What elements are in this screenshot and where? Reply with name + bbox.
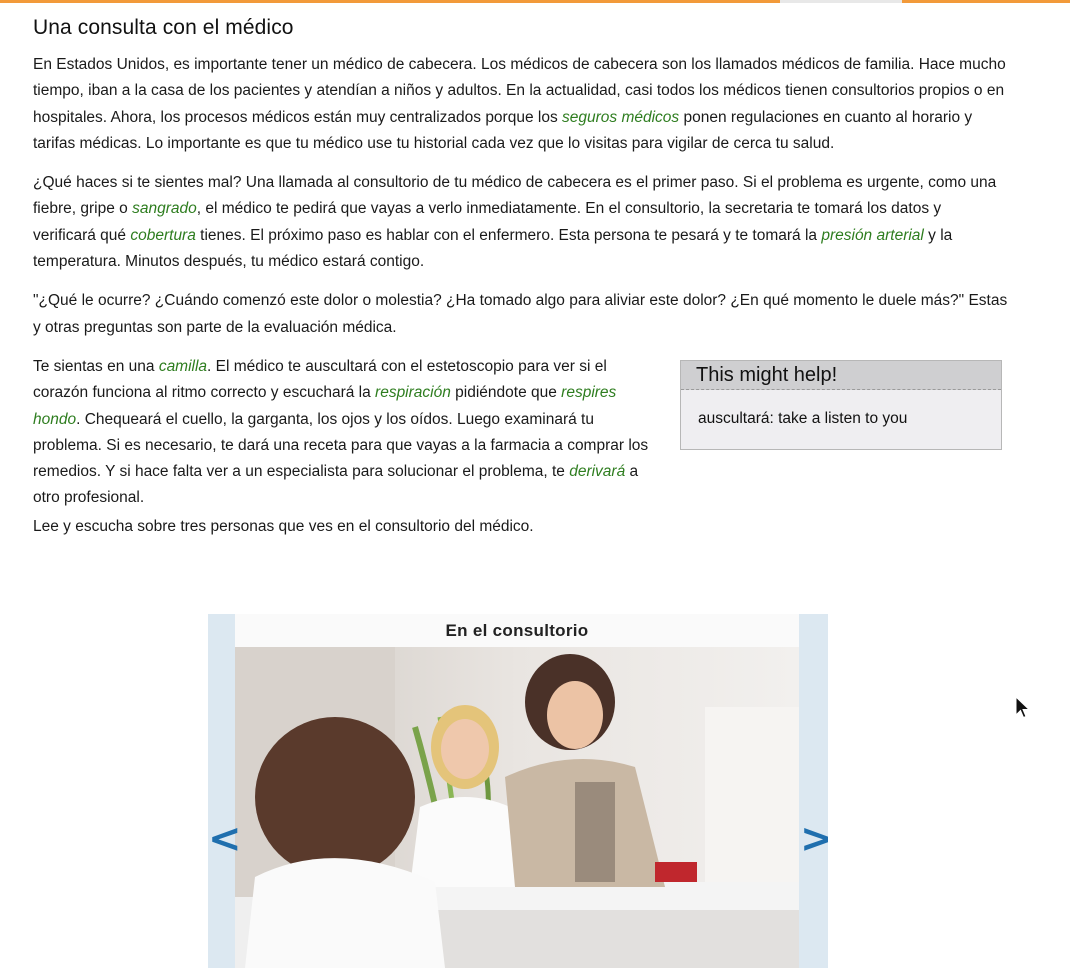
paragraph-4-section: Te sientas en una camilla. El médico te …: [33, 354, 1008, 514]
help-box-title: This might help!: [681, 360, 1001, 390]
help-box-text: auscultará: take a listen to you: [698, 409, 908, 427]
paragraph-4: Te sientas en una camilla. El médico te …: [33, 354, 661, 512]
help-box: This might help! auscultará: take a list…: [680, 359, 1002, 450]
text: pidiéndote que: [450, 384, 562, 402]
mouse-cursor-icon: [1015, 695, 1031, 725]
glossary-link[interactable]: cobertura: [130, 227, 195, 244]
glossary-link[interactable]: camilla: [159, 358, 207, 375]
progress-bar: [0, 0, 1070, 3]
paragraph-5: Lee y escucha sobre tres personas que ve…: [33, 517, 534, 535]
article: Una consulta con el médico En Estados Un…: [33, 16, 1008, 553]
next-slide-button[interactable]: >: [800, 819, 828, 859]
page-title: Una consulta con el médico: [33, 16, 294, 39]
slide-photo: [235, 647, 799, 968]
progress-segment: [902, 0, 1070, 3]
glossary-link[interactable]: presión arterial: [821, 227, 924, 244]
text: tienes. El próximo paso es hablar con el…: [195, 226, 822, 244]
glossary-link[interactable]: derivará: [569, 463, 625, 480]
glossary-link[interactable]: sangrado: [132, 200, 197, 217]
image-slider: En el consultorio < >: [208, 614, 828, 968]
paragraph-2: ¿Qué haces si te sientes mal? Una llamad…: [33, 170, 1008, 275]
progress-segment: [0, 0, 780, 3]
paragraph-3: "¿Qué le ocurre? ¿Cuándo comenzó este do…: [33, 292, 1008, 336]
glossary-link[interactable]: respiración: [375, 384, 451, 401]
text: . Chequeará el cuello, la garganta, los …: [33, 410, 649, 481]
prev-slide-button[interactable]: <: [208, 819, 242, 859]
paragraph-1: En Estados Unidos, es importante tener u…: [33, 52, 1008, 157]
glossary-link[interactable]: seguros médicos: [562, 109, 679, 126]
clinic-photo: [235, 647, 799, 968]
text: Te sientas en una: [33, 357, 159, 375]
slider-caption: En el consultorio: [235, 614, 799, 647]
